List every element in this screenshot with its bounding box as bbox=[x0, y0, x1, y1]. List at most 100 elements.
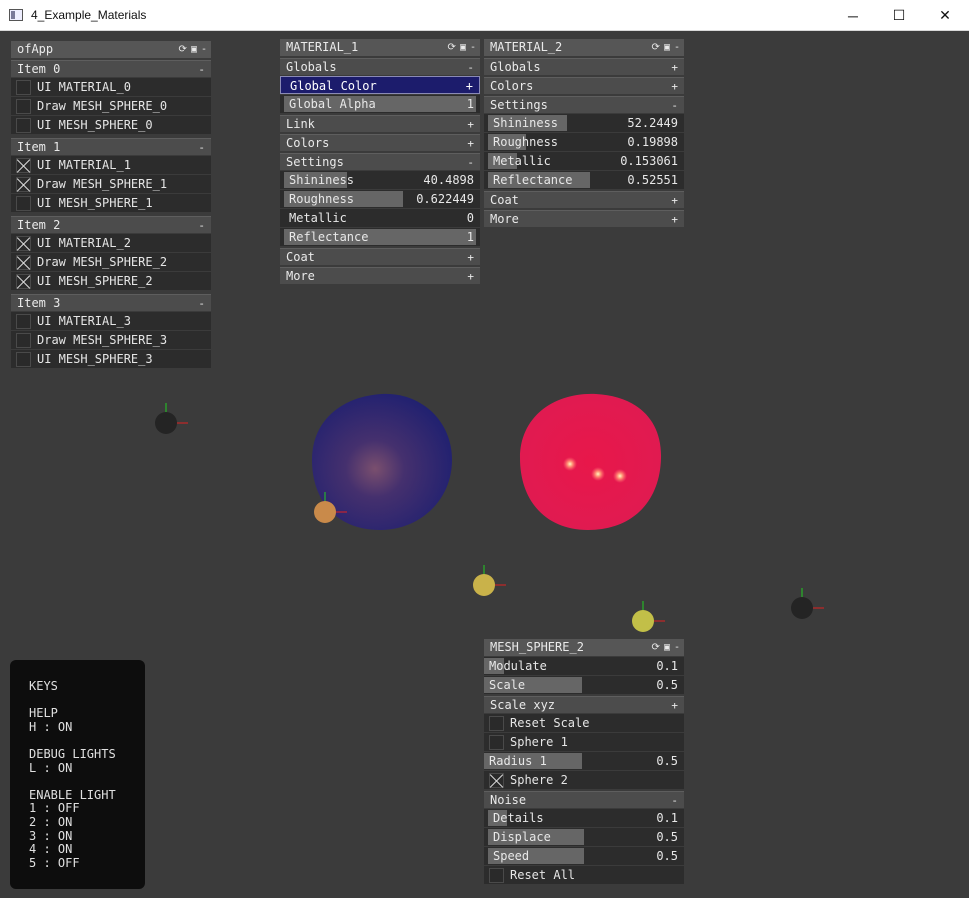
item-toggle[interactable]: UI MATERIAL_1 bbox=[11, 156, 211, 174]
minimize-panel-icon[interactable]: - bbox=[674, 639, 680, 656]
minimize-panel-icon[interactable]: - bbox=[674, 39, 680, 56]
reload-icon[interactable]: ⟳ bbox=[652, 39, 660, 56]
item-group-3[interactable]: Item 3 - bbox=[11, 294, 211, 311]
minimize-button[interactable]: ─ bbox=[830, 0, 876, 31]
save-icon[interactable]: ▣ bbox=[460, 39, 466, 56]
slider-label: Metallic bbox=[289, 211, 347, 225]
checkbox[interactable] bbox=[16, 158, 31, 173]
checkbox[interactable] bbox=[16, 99, 31, 114]
slider-value: 0.1 bbox=[656, 811, 678, 825]
speed-slider[interactable]: Speed 0.5 bbox=[484, 847, 684, 865]
reload-icon[interactable]: ⟳ bbox=[652, 639, 660, 656]
group-coat[interactable]: Coat + bbox=[484, 191, 684, 208]
debug-light-3[interactable] bbox=[473, 565, 506, 596]
group-more[interactable]: More + bbox=[280, 267, 480, 284]
metallic-slider[interactable]: Metallic 0 bbox=[280, 209, 480, 227]
expand-icon: + bbox=[671, 80, 678, 93]
shininess-slider[interactable]: Shininess 40.4898 bbox=[280, 171, 480, 189]
checkbox[interactable] bbox=[16, 80, 31, 95]
checkbox[interactable] bbox=[16, 314, 31, 329]
collapse-icon: - bbox=[671, 794, 678, 807]
maximize-button[interactable]: ☐ bbox=[876, 0, 922, 31]
item-toggle[interactable]: Draw MESH_SPHERE_0 bbox=[11, 97, 211, 115]
global-alpha-slider[interactable]: Global Alpha 1 bbox=[280, 95, 480, 113]
reflectance-slider[interactable]: Reflectance 0.52551 bbox=[484, 171, 684, 189]
slider-label: Radius 1 bbox=[489, 754, 547, 768]
sphere-2-toggle[interactable]: Sphere 2 bbox=[484, 771, 684, 789]
panel-header[interactable]: MESH_SPHERE_2 ⟳ ▣ - bbox=[484, 639, 684, 656]
group-colors[interactable]: Colors + bbox=[484, 77, 684, 94]
group-globals[interactable]: Globals - bbox=[280, 58, 480, 75]
item-toggle[interactable]: UI MATERIAL_3 bbox=[11, 312, 211, 330]
group-colors[interactable]: Colors + bbox=[280, 134, 480, 151]
close-button[interactable]: ✕ bbox=[922, 0, 968, 31]
save-icon[interactable]: ▣ bbox=[664, 639, 670, 656]
checkbox[interactable] bbox=[16, 274, 31, 289]
item-toggle[interactable]: UI MESH_SPHERE_0 bbox=[11, 116, 211, 134]
checkbox[interactable] bbox=[16, 255, 31, 270]
minimize-panel-icon[interactable]: - bbox=[470, 39, 476, 56]
checkbox[interactable] bbox=[489, 868, 504, 883]
item-toggle[interactable]: UI MESH_SPHERE_3 bbox=[11, 350, 211, 368]
roughness-slider[interactable]: Roughness 0.19898 bbox=[484, 133, 684, 151]
panel-header[interactable]: ofApp ⟳ ▣ - bbox=[11, 41, 211, 58]
item-toggle[interactable]: UI MESH_SPHERE_1 bbox=[11, 194, 211, 212]
roughness-slider[interactable]: Roughness 0.622449 bbox=[280, 190, 480, 208]
reflectance-slider[interactable]: Reflectance 1 bbox=[280, 228, 480, 246]
panel-header[interactable]: MATERIAL_1 ⟳ ▣ - bbox=[280, 39, 480, 56]
group-coat[interactable]: Coat + bbox=[280, 248, 480, 265]
checkbox[interactable] bbox=[489, 716, 504, 731]
modulate-slider[interactable]: Modulate 0.1 bbox=[484, 657, 684, 675]
item-group-0[interactable]: Item 0 - bbox=[11, 60, 211, 77]
group-more[interactable]: More + bbox=[484, 210, 684, 227]
save-icon[interactable]: ▣ bbox=[191, 41, 197, 58]
slider-value: 0.5 bbox=[656, 830, 678, 844]
slider-value: 0.19898 bbox=[627, 135, 678, 149]
global-color-button[interactable]: Global Color + bbox=[280, 76, 480, 94]
reset-all-toggle[interactable]: Reset All bbox=[484, 866, 684, 884]
sphere-1-toggle[interactable]: Sphere 1 bbox=[484, 733, 684, 751]
group-link[interactable]: Link + bbox=[280, 115, 480, 132]
panel-header[interactable]: MATERIAL_2 ⟳ ▣ - bbox=[484, 39, 684, 56]
checkbox[interactable] bbox=[16, 177, 31, 192]
details-slider[interactable]: Details 0.1 bbox=[484, 809, 684, 827]
toggle-label: UI MATERIAL_0 bbox=[37, 80, 131, 94]
item-toggle[interactable]: UI MESH_SPHERE_2 bbox=[11, 272, 211, 290]
save-icon[interactable]: ▣ bbox=[664, 39, 670, 56]
checkbox[interactable] bbox=[16, 352, 31, 367]
metallic-slider[interactable]: Metallic 0.153061 bbox=[484, 152, 684, 170]
group-scale-xyz[interactable]: Scale xyz + bbox=[484, 696, 684, 713]
light-status: 4 : ON bbox=[29, 842, 73, 857]
checkbox[interactable] bbox=[16, 118, 31, 133]
radius-1-slider[interactable]: Radius 1 0.5 bbox=[484, 752, 684, 770]
checkbox[interactable] bbox=[16, 196, 31, 211]
item-toggle[interactable]: UI MATERIAL_0 bbox=[11, 78, 211, 96]
item-toggle[interactable]: Draw MESH_SPHERE_1 bbox=[11, 175, 211, 193]
checkbox[interactable] bbox=[16, 333, 31, 348]
reload-icon[interactable]: ⟳ bbox=[448, 39, 456, 56]
group-label: Colors bbox=[490, 79, 534, 93]
debug-light-1[interactable] bbox=[155, 403, 188, 434]
scale-slider[interactable]: Scale 0.5 bbox=[484, 676, 684, 694]
item-group-2[interactable]: Item 2 - bbox=[11, 216, 211, 233]
slider-value: 52.2449 bbox=[627, 116, 678, 130]
reload-icon[interactable]: ⟳ bbox=[179, 41, 187, 58]
collapse-icon: - bbox=[198, 141, 205, 154]
group-settings[interactable]: Settings - bbox=[280, 153, 480, 170]
checkbox[interactable] bbox=[489, 735, 504, 750]
group-globals[interactable]: Globals + bbox=[484, 58, 684, 75]
checkbox[interactable] bbox=[16, 236, 31, 251]
item-group-1[interactable]: Item 1 - bbox=[11, 138, 211, 155]
shininess-slider[interactable]: Shininess 52.2449 bbox=[484, 114, 684, 132]
minimize-panel-icon[interactable]: - bbox=[201, 41, 207, 58]
displace-slider[interactable]: Displace 0.5 bbox=[484, 828, 684, 846]
group-noise[interactable]: Noise - bbox=[484, 791, 684, 808]
debug-light-4[interactable] bbox=[632, 601, 665, 632]
group-settings[interactable]: Settings - bbox=[484, 96, 684, 113]
item-toggle[interactable]: UI MATERIAL_2 bbox=[11, 234, 211, 252]
reset-scale-toggle[interactable]: Reset Scale bbox=[484, 714, 684, 732]
item-toggle[interactable]: Draw MESH_SPHERE_3 bbox=[11, 331, 211, 349]
item-toggle[interactable]: Draw MESH_SPHERE_2 bbox=[11, 253, 211, 271]
debug-light-5[interactable] bbox=[791, 588, 824, 619]
checkbox[interactable] bbox=[489, 773, 504, 788]
